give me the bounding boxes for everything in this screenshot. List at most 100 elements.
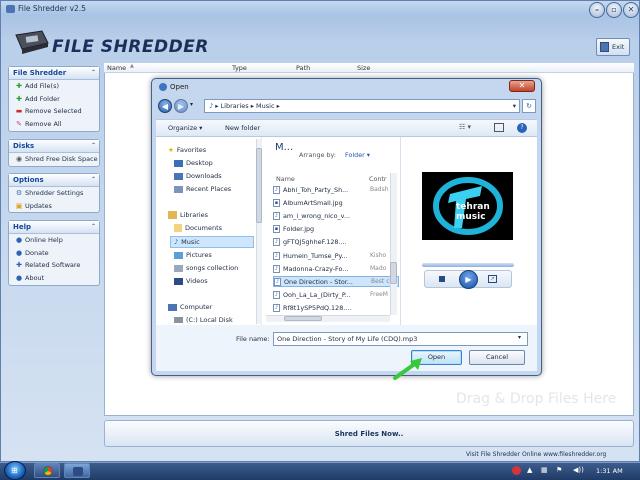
file-row[interactable]: ♪ Humein_Tumse_Py... Kisho bbox=[273, 250, 399, 261]
nav-downloads[interactable]: Downloads bbox=[174, 172, 222, 180]
taskbar-clock[interactable]: 1:31 AM bbox=[596, 467, 623, 475]
tray-flag-icon[interactable]: ⚑ bbox=[556, 466, 562, 474]
disk-icon bbox=[174, 317, 183, 323]
cancel-button[interactable]: Cancel bbox=[469, 350, 525, 365]
new-folder-button[interactable]: New folder bbox=[225, 124, 260, 132]
collapse-icon[interactable]: ⌃ bbox=[91, 140, 96, 152]
collapse-icon[interactable]: ⌃ bbox=[91, 174, 96, 186]
add-folder-icon: ✚ bbox=[16, 94, 22, 103]
minimize-button[interactable]: – bbox=[589, 2, 605, 18]
help-icon[interactable]: ? bbox=[517, 123, 527, 133]
close-button[interactable]: ✕ bbox=[623, 2, 639, 18]
tray-notification-icon[interactable]: ▲ bbox=[527, 466, 532, 474]
dialog-close-button[interactable]: ✕ bbox=[509, 80, 535, 92]
eraser-icon: ✎ bbox=[16, 119, 22, 128]
open-external-icon[interactable]: ↗ bbox=[488, 275, 497, 283]
files-vertical-scrollbar[interactable] bbox=[390, 173, 397, 315]
shred-files-button[interactable]: Shred Files Now.. bbox=[104, 420, 634, 447]
arrange-by-dropdown[interactable]: Folder ▾ bbox=[345, 151, 370, 159]
collapse-icon[interactable]: ⌃ bbox=[91, 221, 96, 233]
updates-button[interactable]: ▣ Updates bbox=[9, 200, 99, 213]
album-art-caption: tehran music bbox=[456, 202, 490, 222]
history-dropdown-icon[interactable]: ▾ bbox=[190, 101, 193, 108]
file-row-selected[interactable]: ♪ One Direction - Stor... Best c bbox=[273, 276, 399, 287]
panel-header[interactable]: Options ⌃ bbox=[9, 174, 99, 187]
collapse-icon[interactable]: ⌃ bbox=[91, 67, 96, 79]
panel-header[interactable]: File Shredder ⌃ bbox=[9, 67, 99, 80]
about-icon: ● bbox=[15, 273, 23, 282]
file-row[interactable]: ♪ Abhi_Toh_Party_Sh... Badsh bbox=[273, 184, 399, 195]
nav-favorites[interactable]: ★ Favorites bbox=[168, 146, 206, 154]
start-button[interactable]: ⊞ bbox=[4, 461, 26, 480]
column-contributing-artists[interactable]: Contr bbox=[369, 175, 387, 183]
remove-all-button[interactable]: ✎ Remove All bbox=[9, 118, 99, 131]
audio-file-icon: ♪ bbox=[273, 185, 280, 194]
remove-selected-button[interactable]: ▬ Remove Selected bbox=[9, 105, 99, 118]
tray-security-icon[interactable] bbox=[512, 466, 521, 475]
nav-documents[interactable]: Documents bbox=[174, 224, 222, 232]
related-software-icon: ✚ bbox=[16, 261, 22, 270]
file-row[interactable]: ♪ Ooh_La_La_(Dirty_P... FreeM bbox=[273, 289, 399, 300]
nav-desktop[interactable]: Desktop bbox=[174, 159, 213, 167]
shred-free-space-button[interactable]: ◉ Shred Free Disk Space bbox=[9, 153, 99, 166]
nav-libraries[interactable]: Libraries bbox=[168, 211, 208, 219]
nav-computer[interactable]: Computer bbox=[168, 303, 212, 311]
column-type[interactable]: Type bbox=[232, 64, 247, 72]
file-row[interactable]: ♪ gFTQJ5ghheF.128.... bbox=[273, 236, 399, 247]
address-bar[interactable]: ♪ ▸ Libraries ▸ Music ▸ ▾ bbox=[204, 99, 520, 113]
stop-icon[interactable] bbox=[439, 276, 445, 282]
about-link[interactable]: ● About bbox=[9, 272, 99, 285]
nav-songs-collection[interactable]: songs collection bbox=[174, 264, 238, 272]
panel-help: Help ⌃ ● Online Help ● Donate ✚ Related Soft… bbox=[8, 220, 100, 286]
play-icon[interactable]: ▶ bbox=[459, 270, 478, 289]
preview-pane-icon[interactable] bbox=[494, 123, 504, 132]
preview-seek-bar[interactable] bbox=[422, 263, 514, 267]
add-files-button[interactable]: ✚ Add File(s) bbox=[9, 80, 99, 93]
tray-volume-icon[interactable]: ◀)) bbox=[573, 466, 584, 474]
taskbar-chrome[interactable] bbox=[34, 463, 60, 478]
refresh-icon[interactable]: ↻ bbox=[522, 99, 536, 113]
file-row[interactable]: ♪ Rf8t1ySP5PdQ.128.... bbox=[273, 302, 399, 313]
forward-button[interactable]: ▶ bbox=[174, 99, 188, 113]
donate-link[interactable]: ● Donate bbox=[9, 247, 99, 260]
files-scrollbar-thumb[interactable] bbox=[390, 262, 397, 284]
files-hscroll-thumb[interactable] bbox=[284, 316, 322, 321]
column-path[interactable]: Path bbox=[296, 64, 310, 72]
maximize-button[interactable]: ▫ bbox=[606, 2, 622, 18]
website-link[interactable]: Visit File Shredder Online www.fileshred… bbox=[466, 451, 606, 458]
file-row[interactable]: ♪ Madonna-Crazy-Fo... Mado bbox=[273, 263, 399, 274]
breadcrumb-music[interactable]: Music bbox=[256, 102, 275, 110]
file-name-dropdown-icon[interactable]: ▾ bbox=[518, 334, 521, 341]
tray-network-icon[interactable]: ▦ bbox=[541, 466, 548, 474]
nav-local-disk[interactable]: (C:) Local Disk bbox=[174, 316, 233, 324]
back-button[interactable]: ◀ bbox=[158, 99, 172, 113]
downloads-icon bbox=[174, 172, 183, 180]
videos-icon bbox=[174, 277, 183, 285]
add-folder-button[interactable]: ✚ Add Folder bbox=[9, 93, 99, 106]
panel-disks: Disks ⌃ ◉ Shred Free Disk Space bbox=[8, 139, 100, 167]
nav-recent-places[interactable]: Recent Places bbox=[174, 185, 231, 193]
column-name[interactable]: Name bbox=[107, 64, 126, 72]
file-row[interactable]: ♪ am_i_wrong_nico_v... bbox=[273, 210, 399, 221]
folder-icon bbox=[174, 264, 183, 272]
nav-pictures[interactable]: Pictures bbox=[174, 251, 212, 259]
panel-header[interactable]: Disks ⌃ bbox=[9, 140, 99, 153]
file-name-input[interactable]: One Direction - Story of My Life (CDQ).m… bbox=[273, 332, 528, 346]
online-help-link[interactable]: ● Online Help bbox=[9, 234, 99, 247]
nav-music[interactable]: ♪ Music bbox=[174, 238, 200, 246]
add-icon: ✚ bbox=[16, 82, 22, 91]
file-row[interactable]: ▪ AlbumArtSmall.jpg bbox=[273, 197, 399, 208]
organize-button[interactable]: Organize ▾ bbox=[168, 124, 202, 132]
column-file-name[interactable]: Name bbox=[276, 175, 295, 183]
column-size[interactable]: Size bbox=[357, 64, 370, 72]
address-dropdown-icon[interactable]: ▾ bbox=[513, 100, 516, 112]
nav-videos[interactable]: Videos bbox=[174, 277, 208, 285]
exit-button[interactable]: Exit bbox=[596, 38, 630, 56]
view-options-icon[interactable]: ☷ ▾ bbox=[459, 123, 471, 131]
breadcrumb-libraries[interactable]: Libraries bbox=[221, 102, 249, 110]
file-row[interactable]: ▪ Folder.jpg bbox=[273, 223, 399, 234]
related-software-link[interactable]: ✚ Related Software bbox=[9, 259, 99, 272]
shredder-settings-button[interactable]: ⚙ Shredder Settings bbox=[9, 187, 99, 200]
taskbar-file-shredder[interactable] bbox=[64, 463, 90, 478]
panel-header[interactable]: Help ⌃ bbox=[9, 221, 99, 234]
